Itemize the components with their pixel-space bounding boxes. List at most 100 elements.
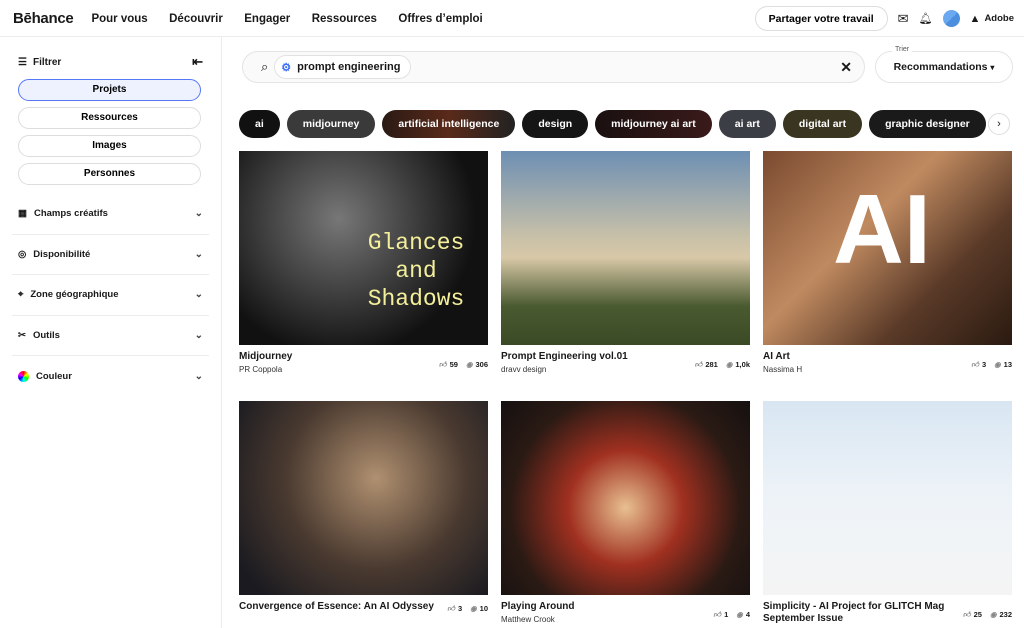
project-card[interactable]: Prompt Engineering vol.01 dravv design 👍… (501, 151, 750, 376)
search-query-chip[interactable]: ⚙ prompt engineering (274, 55, 412, 79)
filter-sidebar: ☰ Filtrer ⇤ Projets Ressources Images Pers… (0, 37, 222, 628)
project-title[interactable]: Playing Around (501, 601, 713, 613)
color-wheel-icon (18, 370, 29, 382)
project-thumbnail[interactable]: Glances and Shadows (239, 151, 488, 345)
tag[interactable]: ai art (718, 110, 776, 138)
nav-pour-vous[interactable]: Pour vous (91, 13, 147, 25)
tag[interactable]: artificial intelligence (382, 110, 516, 138)
type-ressources[interactable]: Ressources (18, 107, 201, 129)
tag[interactable]: graphic designer (869, 110, 986, 138)
tag-list: ai midjourney artificial intelligence de… (239, 110, 986, 138)
top-nav: Bēhance Pour vous Découvrir Engager Ress… (0, 0, 1024, 37)
nav-decouvrir[interactable]: Découvrir (169, 13, 223, 25)
project-author[interactable]: PR Coppola (239, 364, 439, 376)
section-outils[interactable]: ✂ Outils ⌄ (12, 316, 209, 356)
tag[interactable]: design (522, 110, 589, 138)
share-work-button[interactable]: Partager votre travail (754, 6, 888, 31)
view-count: 232 (999, 610, 1012, 619)
thumbs-up-icon: 👍︎ (713, 609, 722, 619)
project-card[interactable]: Convergence of Essence: An AI Odyssey 👍︎… (239, 401, 488, 614)
person-icon: ◎ (18, 248, 27, 260)
project-title[interactable]: Convergence of Essence: An AI Odyssey (239, 601, 447, 613)
section-label: Disponibilité (33, 248, 91, 260)
like-count: 3 (457, 604, 463, 613)
like-count: 281 (705, 360, 718, 369)
adobe-link[interactable]: ▲ Adobe (970, 13, 1014, 25)
section-disponibilite[interactable]: ◎ Disponibilité ⌄ (12, 235, 209, 275)
grid-icon: ▦ (18, 208, 27, 220)
tag[interactable]: midjourney (286, 110, 376, 138)
nav-ressources[interactable]: Ressources (312, 13, 377, 25)
project-card[interactable]: Playing Around Matthew Crook 👍︎ 1 ◉ 4 (501, 401, 750, 626)
project-thumbnail[interactable] (501, 151, 750, 345)
view-count: 1,0k (735, 360, 750, 369)
view-count: 4 (745, 610, 750, 619)
project-thumbnail[interactable] (239, 401, 488, 595)
like-count: 3 (981, 360, 987, 369)
section-label: Outils (32, 329, 60, 341)
search-bar[interactable]: ⌕ ⚙ prompt engineering ✕ (242, 51, 865, 83)
sliders-icon: ☰ (18, 56, 27, 68)
project-thumbnail[interactable] (501, 401, 750, 595)
ai-search-icon: ⚙ (281, 61, 292, 74)
section-champs-creatifs[interactable]: ▦ Champs créatifs ⌄ (12, 194, 209, 235)
project-thumbnail[interactable]: AI (763, 151, 1012, 345)
chevron-down-icon: ⌄ (194, 370, 203, 382)
project-card[interactable]: AI AI Art Nassima H 👍︎ 3 ◉ 13 (763, 151, 1012, 376)
tag[interactable]: digital art (782, 110, 863, 138)
project-card[interactable]: Simplicity - AI Project for GLITCH Mag S… (763, 401, 1012, 626)
behance-logo[interactable]: Bēhance (13, 10, 74, 27)
project-title[interactable]: Midjourney (239, 351, 439, 363)
bell-icon[interactable]: 🔔︎ (919, 12, 933, 25)
chevron-down-icon: ⌄ (194, 329, 203, 341)
mail-icon[interactable]: ✉ (898, 11, 909, 27)
like-count: 59 (449, 360, 458, 369)
clear-search-icon[interactable]: ✕ (840, 59, 852, 76)
eye-icon: ◉ (465, 360, 473, 369)
thumbs-up-icon: 👍︎ (447, 603, 455, 613)
view-count: 13 (1003, 360, 1012, 369)
eye-icon: ◉ (989, 610, 997, 619)
nav-engager[interactable]: Engager (244, 13, 290, 25)
section-label: Champs créatifs (33, 208, 108, 220)
like-count: 25 (973, 610, 982, 619)
type-projets[interactable]: Projets (18, 79, 201, 101)
eye-icon: ◉ (994, 360, 1001, 369)
tags-next-chevron-icon[interactable]: › (988, 113, 1010, 135)
project-title[interactable]: Prompt Engineering vol.01 (501, 351, 694, 363)
sort-label: Trier (892, 46, 913, 53)
type-personnes[interactable]: Personnes (18, 163, 201, 185)
adobe-label: Adobe (984, 13, 1014, 24)
project-title[interactable]: Simplicity - AI Project for GLITCH Mag S… (763, 601, 963, 625)
thumbs-up-icon: 👍︎ (962, 609, 971, 619)
tag[interactable]: midjourney ai art (595, 110, 712, 138)
chevron-down-icon: ⌄ (194, 248, 203, 260)
image-overlay-text: AI (833, 174, 931, 284)
like-count: 1 (724, 610, 729, 619)
location-icon: ⌖ (18, 289, 24, 301)
project-card[interactable]: Glances and Shadows Midjourney PR Coppol… (239, 151, 488, 376)
project-thumbnail[interactable] (763, 401, 1012, 595)
project-author[interactable]: dravv design (501, 364, 694, 376)
eye-icon: ◉ (470, 604, 477, 613)
nav-offres[interactable]: Offres d’emploi (398, 13, 482, 25)
project-author[interactable]: Matthew Crook (501, 614, 713, 626)
sort-dropdown[interactable]: Trier Recommandations ▾ (875, 46, 1013, 83)
view-count: 10 (479, 604, 488, 613)
section-zone-geographique[interactable]: ⌖ Zone géographique ⌄ (12, 275, 209, 316)
project-author[interactable]: Nassima H (763, 364, 971, 376)
sort-value: Recommandations (893, 61, 988, 73)
tag[interactable]: ai (239, 110, 280, 138)
section-couleur[interactable]: Couleur ⌄ (12, 356, 209, 397)
collapse-sidebar-icon[interactable]: ⇤ (192, 54, 203, 70)
filter-title: Filtrer (32, 56, 62, 68)
eye-icon: ◉ (725, 360, 733, 369)
thumbs-up-icon: 👍︎ (971, 359, 979, 369)
type-images[interactable]: Images (18, 135, 201, 157)
adobe-logo-icon: ▲ (969, 12, 981, 25)
section-label: Zone géographique (30, 289, 119, 301)
eye-icon: ◉ (736, 610, 743, 619)
section-label: Couleur (36, 370, 72, 382)
project-title[interactable]: AI Art (763, 351, 971, 363)
avatar[interactable] (942, 10, 960, 27)
